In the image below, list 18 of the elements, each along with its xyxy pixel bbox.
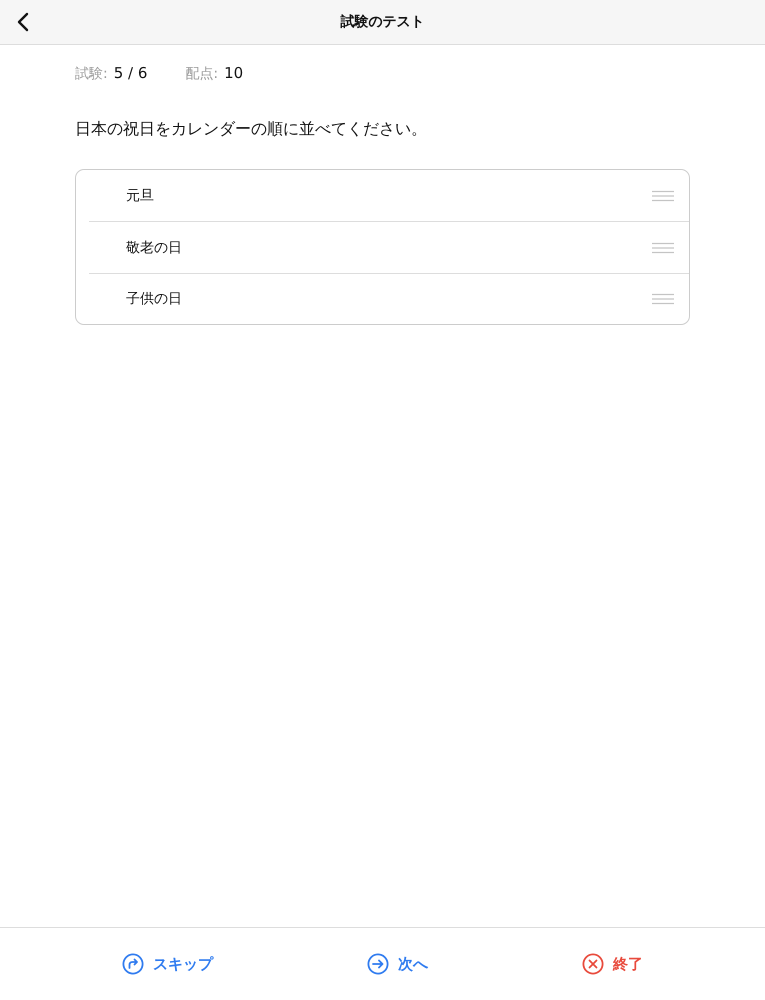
page-title: 試験のテスト bbox=[340, 13, 424, 31]
question-text: 日本の祝日をカレンダーの順に並べてください。 bbox=[75, 119, 428, 140]
skip-button[interactable]: スキップ bbox=[118, 949, 217, 979]
arrow-right-icon bbox=[367, 953, 389, 975]
answer-item[interactable]: 子供の日 bbox=[89, 274, 689, 324]
redo-icon bbox=[122, 953, 144, 975]
meta-label: 試験: bbox=[75, 65, 108, 83]
drag-handle-icon[interactable] bbox=[652, 190, 674, 202]
drag-handle-icon[interactable] bbox=[652, 293, 674, 305]
meta-label: 配点: bbox=[185, 65, 218, 83]
answer-item[interactable]: 元旦 bbox=[89, 170, 689, 222]
close-icon bbox=[582, 953, 604, 975]
drag-handle-icon[interactable] bbox=[652, 242, 674, 254]
meta-value: 5 / 6 bbox=[114, 64, 148, 82]
meta-value: 10 bbox=[224, 64, 244, 82]
quit-button[interactable]: 終了 bbox=[578, 949, 647, 979]
next-button[interactable]: 次へ bbox=[363, 949, 432, 979]
answer-item[interactable]: 敬老の日 bbox=[89, 222, 689, 274]
